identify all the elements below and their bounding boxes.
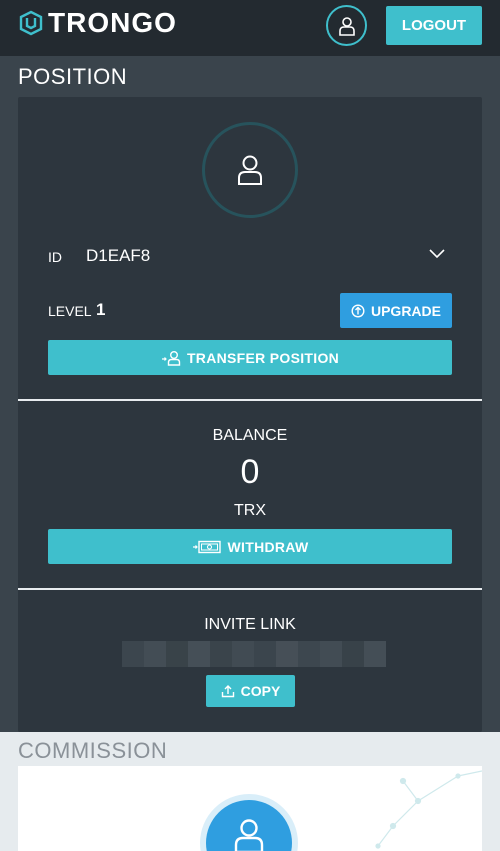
brand-name: TRONGO <box>48 7 177 38</box>
position-avatar <box>202 122 298 218</box>
upgrade-label: UPGRADE <box>370 302 441 319</box>
transfer-position-button[interactable]: TRANSFER POSITION <box>48 340 452 375</box>
withdraw-button[interactable]: WITHDRAW <box>48 529 452 564</box>
position-card: ID D1EAF8 LEVEL 1 UPGRADE TRANSFER POSIT… <box>18 97 482 732</box>
profile-button[interactable] <box>326 5 367 46</box>
chevron-down-icon[interactable] <box>428 247 446 261</box>
brand-logo[interactable]: TRONGO <box>18 7 177 38</box>
section-divider <box>18 588 482 590</box>
invite-link-label: INVITE LINK <box>204 616 296 633</box>
level-value: 1 <box>96 300 106 319</box>
balance-currency: TRX <box>234 502 266 519</box>
position-title: POSITION <box>18 64 128 89</box>
balance-value: 0 <box>240 453 260 491</box>
position-id-value: D1EAF8 <box>86 246 151 265</box>
upgrade-icon <box>351 303 365 318</box>
top-bar: TRONGO LOGOUT <box>0 0 500 56</box>
transfer-position-label: TRANSFER POSITION <box>186 349 340 366</box>
copy-button[interactable]: COPY <box>206 675 295 707</box>
section-divider <box>18 399 482 401</box>
user-icon <box>338 16 355 36</box>
invite-link-redacted <box>122 641 386 667</box>
level-label: LEVEL <box>48 303 92 319</box>
transfer-user-icon <box>161 350 181 366</box>
id-label: ID <box>48 249 62 265</box>
upgrade-button[interactable]: UPGRADE <box>340 293 452 328</box>
withdraw-label: WITHDRAW <box>227 538 309 555</box>
commission-card <box>18 766 482 851</box>
upload-icon <box>221 685 234 698</box>
balance-label: BALANCE <box>212 427 288 444</box>
copy-label: COPY <box>240 683 281 699</box>
logout-button[interactable]: LOGOUT <box>386 6 482 45</box>
logo-mark-icon <box>19 10 43 36</box>
user-icon <box>234 819 264 851</box>
commission-title: COMMISSION <box>18 738 168 763</box>
cash-icon <box>192 540 221 553</box>
user-icon <box>238 155 262 185</box>
